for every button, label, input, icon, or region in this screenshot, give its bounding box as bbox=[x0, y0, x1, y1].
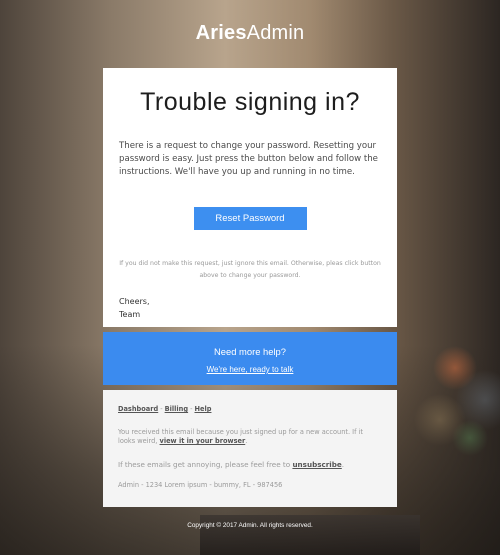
view-in-browser-link[interactable]: view it in your browser bbox=[160, 437, 246, 445]
ignore-note: If you did not make this request, just i… bbox=[119, 260, 381, 279]
unsubscribe-link[interactable]: unsubscribe bbox=[292, 460, 341, 469]
footer-address: Admin - 1234 Lorem ipsum - bummy, FL - 9… bbox=[118, 481, 283, 489]
help-title: Need more help? bbox=[214, 346, 286, 357]
footer-separator: - bbox=[160, 405, 163, 413]
logo-bold-text: Aries bbox=[195, 22, 247, 44]
footer-separator: - bbox=[190, 405, 193, 413]
signoff-cheers: Cheers, bbox=[119, 297, 150, 306]
footer-unsubscribe-text: If these emails get annoying, please fee… bbox=[118, 459, 291, 469]
footer-links: Dashboard - Billing - Help bbox=[118, 405, 382, 415]
copyright: Copyright © 2017 Admin. All rights reser… bbox=[187, 522, 313, 529]
footer-card: Dashboard - Billing - Help You received this… bbox=[103, 390, 397, 507]
brand-logo: AriesAdmin bbox=[0, 22, 500, 45]
signoff: Cheers, Team bbox=[119, 295, 381, 321]
reset-password-button[interactable]: Reset Password bbox=[193, 207, 307, 230]
footer-signup-end: . bbox=[245, 437, 248, 445]
footer-unsubscribe-notice: If these emails get annoying, please fee… bbox=[118, 460, 382, 470]
logo-regular-text: Admin bbox=[246, 22, 305, 44]
footer-link-billing[interactable]: Billing bbox=[165, 405, 188, 413]
footer-unsubscribe-end: . bbox=[341, 459, 345, 469]
footer-link-help[interactable]: Help bbox=[194, 405, 211, 413]
main-card: Trouble signing in? There is a request t… bbox=[103, 68, 397, 327]
footer-signup-notice: You received this email because you just… bbox=[118, 428, 382, 447]
help-link[interactable]: We're here, ready to talk bbox=[207, 365, 294, 374]
body-text: There is a request to change your passwo… bbox=[119, 141, 378, 177]
footer-link-dashboard[interactable]: Dashboard bbox=[118, 405, 158, 413]
help-card: Need more help? We're here, ready to tal… bbox=[103, 332, 397, 385]
page-title: Trouble signing in? bbox=[140, 88, 360, 116]
button-wrap: Reset Password bbox=[119, 206, 381, 230]
background-laptop bbox=[200, 515, 420, 555]
signoff-team: Team bbox=[119, 310, 141, 319]
